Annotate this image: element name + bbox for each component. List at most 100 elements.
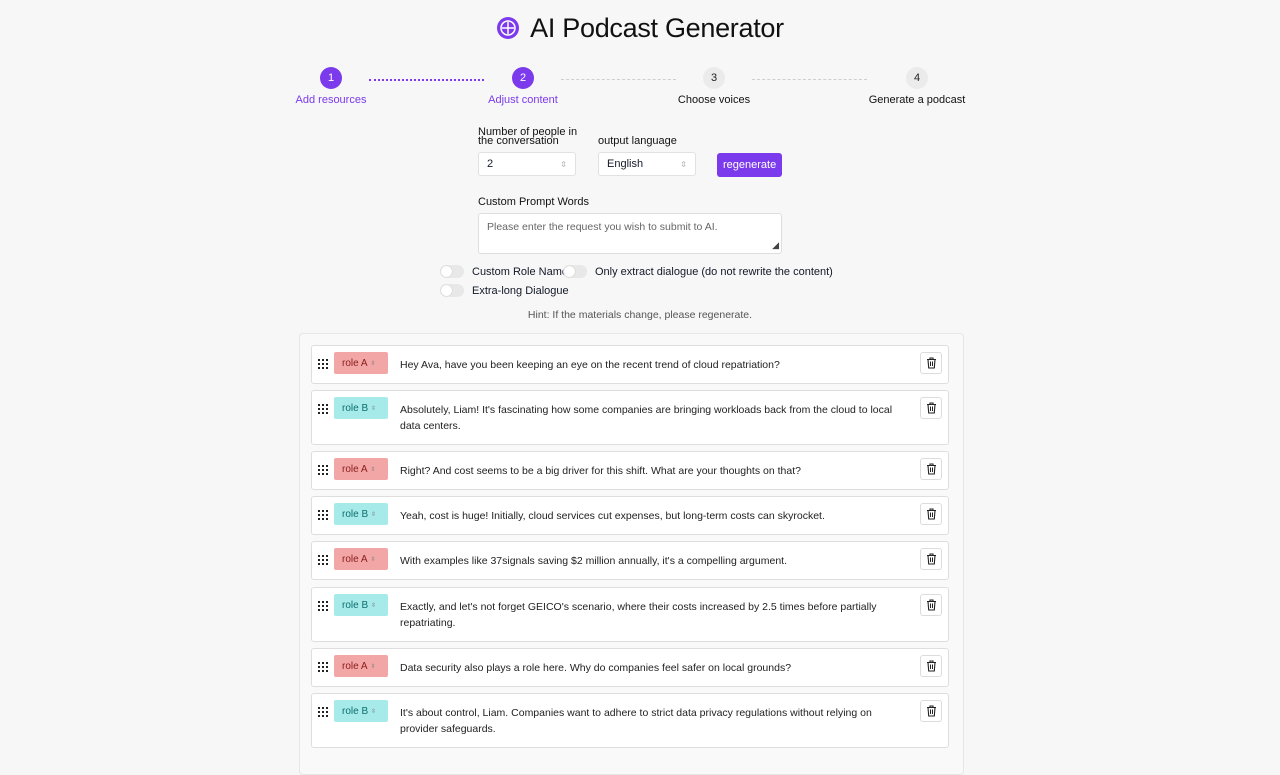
trash-icon — [926, 705, 936, 717]
dialogue-row: role B ⇳ It's about control, Liam. Compani… — [311, 693, 949, 748]
select-arrows-icon: ⇳ — [370, 360, 376, 367]
role-select[interactable]: role B ⇳ — [334, 397, 388, 419]
trash-icon — [926, 660, 936, 672]
extra-long-label: Extra-long Dialogue — [472, 284, 569, 297]
step-number: 4 — [906, 67, 928, 89]
custom-role-toggle[interactable] — [440, 265, 464, 278]
select-arrows-icon: ⇳ — [371, 708, 377, 715]
drag-handle-icon[interactable] — [318, 465, 328, 475]
dialogue-text[interactable]: Data security also plays a role here. Wh… — [400, 660, 908, 676]
delete-line-button[interactable] — [920, 548, 942, 570]
select-arrows-icon: ⇳ — [560, 159, 567, 169]
role-select[interactable]: role A ⇳ — [334, 458, 388, 480]
step-number: 3 — [703, 67, 725, 89]
drag-handle-icon[interactable] — [318, 510, 328, 520]
regenerate-button[interactable]: regenerate — [717, 153, 782, 177]
step-choose-voices[interactable]: 3 Choose voices — [654, 67, 774, 106]
drag-handle-icon[interactable] — [318, 707, 328, 717]
people-count-label: Number of people in the conversation — [478, 126, 578, 147]
drag-handle-icon[interactable] — [318, 601, 328, 611]
only-extract-label: Only extract dialogue (do not rewrite th… — [595, 265, 833, 278]
dialogue-row: role A ⇳ Data security also plays a role h… — [311, 648, 949, 687]
role-label: role A — [342, 660, 368, 672]
delete-line-button[interactable] — [920, 594, 942, 616]
trash-icon — [926, 402, 936, 414]
role-select[interactable]: role B ⇳ — [334, 503, 388, 525]
delete-line-button[interactable] — [920, 655, 942, 677]
role-label: role A — [342, 357, 368, 369]
select-arrows-icon: ⇳ — [371, 511, 377, 518]
app-title: AI Podcast Generator — [530, 12, 784, 43]
output-language-select[interactable]: English ⇳ — [598, 152, 696, 176]
drag-handle-icon[interactable] — [318, 662, 328, 672]
extra-long-toggle[interactable] — [440, 284, 464, 297]
dialogue-text[interactable]: It's about control, Liam. Companies want… — [400, 705, 908, 737]
regenerate-hint: Hint: If the materials change, please re… — [527, 309, 753, 321]
trash-icon — [926, 553, 936, 565]
drag-handle-icon[interactable] — [318, 359, 328, 369]
resize-handle-icon[interactable]: ◢ — [772, 240, 779, 251]
role-label: role B — [342, 402, 369, 414]
step-add-resources[interactable]: 1 Add resources — [271, 67, 391, 106]
role-select[interactable]: role A ⇳ — [334, 655, 388, 677]
delete-line-button[interactable] — [920, 503, 942, 525]
trash-icon — [926, 357, 936, 369]
role-label: role A — [342, 463, 368, 475]
step-label: Adjust content — [488, 94, 558, 106]
step-number: 1 — [320, 67, 342, 89]
dialogue-row: role A ⇳ Hey Ava, have you been keeping an… — [311, 345, 949, 384]
select-arrows-icon: ⇳ — [370, 466, 376, 473]
delete-line-button[interactable] — [920, 700, 942, 722]
only-extract-toggle[interactable] — [563, 265, 587, 278]
step-label: Generate a podcast — [868, 94, 966, 106]
dialogue-text[interactable]: With examples like 37signals saving $2 m… — [400, 553, 908, 569]
trash-icon — [926, 463, 936, 475]
role-label: role B — [342, 508, 369, 520]
drag-handle-icon[interactable] — [318, 555, 328, 565]
output-language-label: output language — [598, 135, 677, 147]
progress-stepper: 1 Add resources 2 Adjust content 3 Choos… — [296, 67, 965, 111]
app-header: AI Podcast Generator — [0, 10, 1280, 46]
custom-role-label: Custom Role Name — [472, 265, 568, 278]
delete-line-button[interactable] — [920, 397, 942, 419]
select-arrows-icon: ⇳ — [371, 405, 377, 412]
dialogue-row: role B ⇳ Yeah, cost is huge! Initially, cl… — [311, 496, 949, 535]
role-select[interactable]: role A ⇳ — [334, 352, 388, 374]
role-select[interactable]: role B ⇳ — [334, 700, 388, 722]
custom-prompt-label: Custom Prompt Words — [478, 196, 590, 208]
dialogue-row: role B ⇳ Absolutely, Liam! It's fascinatin… — [311, 390, 949, 445]
select-arrows-icon: ⇳ — [370, 556, 376, 563]
dialogue-text[interactable]: Hey Ava, have you been keeping an eye on… — [400, 357, 908, 373]
dialogue-row: role B ⇳ Exactly, and let's not forget GEI… — [311, 587, 949, 642]
role-label: role B — [342, 705, 369, 717]
role-select[interactable]: role B ⇳ — [334, 594, 388, 616]
select-arrows-icon: ⇳ — [371, 602, 377, 609]
step-label: Choose voices — [677, 94, 751, 106]
step-generate-podcast[interactable]: 4 Generate a podcast — [857, 67, 977, 106]
delete-line-button[interactable] — [920, 458, 942, 480]
drag-handle-icon[interactable] — [318, 404, 328, 414]
dialogue-row: role A ⇳ With examples like 37signals savi… — [311, 541, 949, 580]
select-arrows-icon: ⇳ — [680, 159, 687, 169]
trash-icon — [926, 599, 936, 611]
role-select[interactable]: role A ⇳ — [334, 548, 388, 570]
step-label: Add resources — [295, 94, 367, 106]
trash-icon — [926, 508, 936, 520]
role-label: role B — [342, 599, 369, 611]
only-extract-toggle-row: Only extract dialogue (do not rewrite th… — [563, 265, 833, 278]
podcast-logo-icon — [497, 17, 520, 39]
select-arrows-icon: ⇳ — [370, 663, 376, 670]
extra-long-toggle-row: Extra-long Dialogue — [440, 284, 569, 297]
step-number: 2 — [512, 67, 534, 89]
dialogue-text[interactable]: Exactly, and let's not forget GEICO's sc… — [400, 599, 908, 631]
role-label: role A — [342, 553, 368, 565]
dialogue-row: role A ⇳ Right? And cost seems to be a big… — [311, 451, 949, 490]
people-count-select[interactable]: 2 ⇳ — [478, 152, 576, 176]
step-adjust-content[interactable]: 2 Adjust content — [463, 67, 583, 106]
dialogue-text[interactable]: Absolutely, Liam! It's fascinating how s… — [400, 402, 908, 434]
dialogue-text[interactable]: Right? And cost seems to be a big driver… — [400, 463, 908, 479]
delete-line-button[interactable] — [920, 352, 942, 374]
dialogue-text[interactable]: Yeah, cost is huge! Initially, cloud ser… — [400, 508, 908, 524]
custom-prompt-input[interactable]: Please enter the request you wish to sub… — [478, 213, 782, 254]
custom-role-toggle-row: Custom Role Name — [440, 265, 568, 278]
